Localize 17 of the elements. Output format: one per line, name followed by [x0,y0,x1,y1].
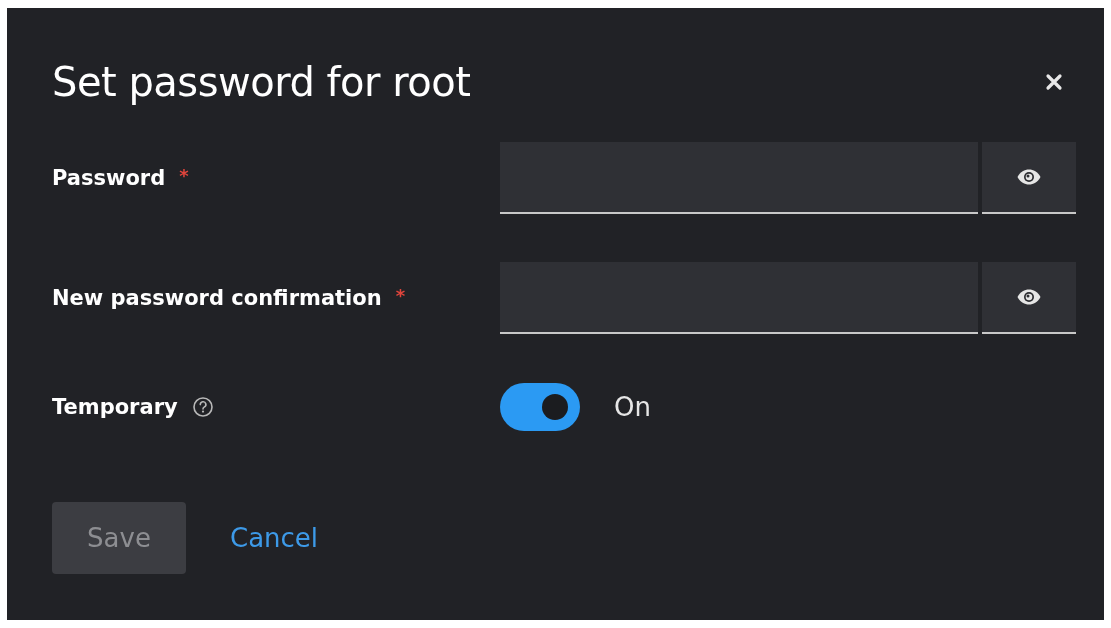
eye-icon [1016,288,1042,306]
help-icon[interactable] [191,396,214,418]
password-field[interactable] [500,142,978,214]
field-label: New password confirmation [52,286,382,310]
show-password-button[interactable] [982,262,1076,334]
eye-icon [1016,168,1042,186]
required-mark: * [179,164,189,186]
field-label: Temporary [52,395,178,419]
toggle-switch[interactable] [500,383,580,431]
close-icon [1044,72,1064,92]
required-mark: * [395,284,406,306]
toggle-state: On [614,392,651,422]
field-label: Password [52,166,166,190]
cancel-link[interactable]: Cancel [230,523,319,553]
show-password-button[interactable] [982,142,1076,214]
dialog-title: Set password for root [52,59,471,105]
password-field[interactable] [500,262,978,334]
